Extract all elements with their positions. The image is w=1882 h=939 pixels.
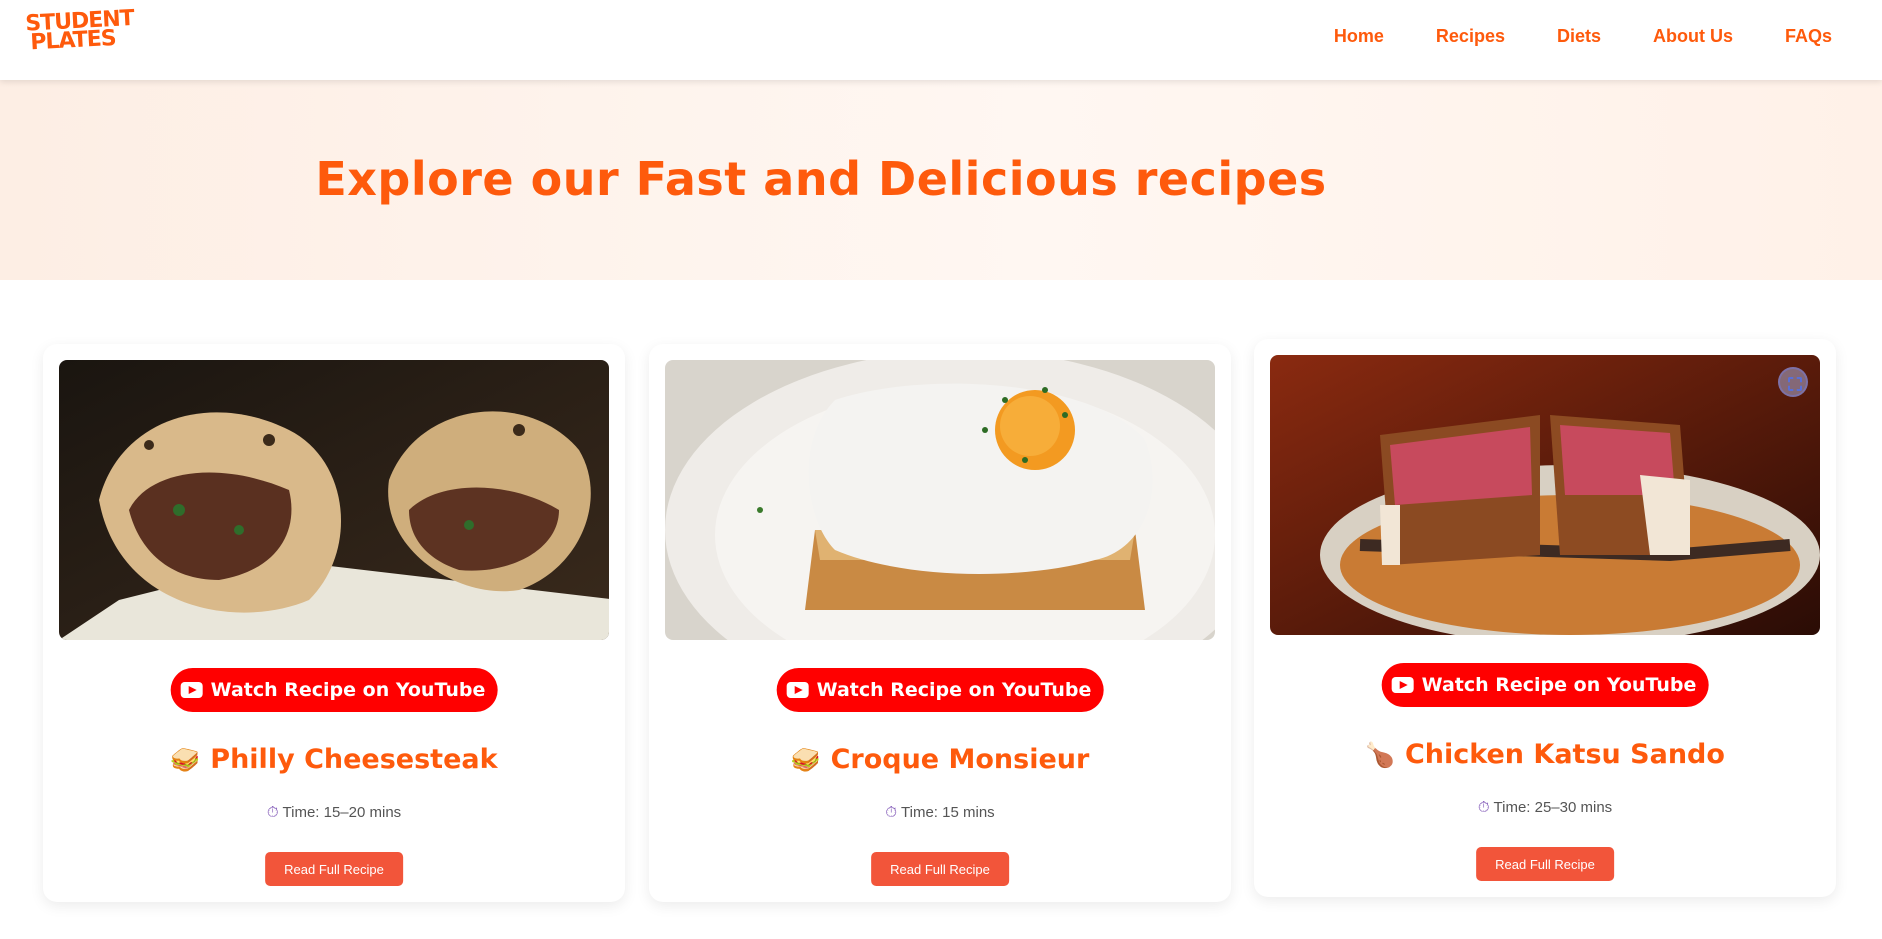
nav-about-us[interactable]: About Us (1653, 26, 1733, 47)
youtube-button-label: Watch Recipe on YouTube (1421, 674, 1697, 696)
stopwatch-icon: ⏱ (885, 804, 898, 821)
chicken-leg-icon: 🍗 (1365, 741, 1395, 769)
recipe-time: ⏱ Time: 15–20 mins (43, 804, 625, 821)
croque-monsieur-photo (665, 360, 1215, 640)
recipe-image-philly-cheesesteak (59, 360, 609, 640)
nav-recipes[interactable]: Recipes (1436, 26, 1505, 47)
read-full-recipe-button[interactable]: Read Full Recipe (871, 852, 1009, 886)
recipe-time-text: Time: 15–20 mins (282, 804, 402, 821)
recipe-card-philly-cheesesteak: Watch Recipe on YouTube 🥪 Philly Cheesest… (43, 344, 625, 902)
recipe-title: 🥪 Philly Cheesesteak (43, 744, 625, 775)
recipe-card-croque-monsieur: Watch Recipe on YouTube 🥪 Croque Monsieur… (649, 344, 1231, 902)
logo-line-2: PLATES (29, 25, 117, 56)
hero-title: Explore our Fast and Delicious recipes (315, 152, 1327, 206)
hero-banner: Explore our Fast and Delicious recipes (0, 80, 1882, 280)
sandwich-icon: 🥪 (170, 746, 201, 774)
youtube-icon (1391, 677, 1414, 693)
watch-youtube-button[interactable]: Watch Recipe on YouTube (776, 668, 1104, 712)
youtube-button-label: Watch Recipe on YouTube (816, 679, 1092, 701)
stopwatch-icon: ⏱ (1477, 799, 1490, 816)
nav-faqs[interactable]: FAQs (1785, 26, 1832, 47)
nav-home[interactable]: Home (1334, 26, 1384, 47)
main-nav: Home Recipes Diets About Us FAQs (1334, 26, 1832, 47)
recipe-name: Croque Monsieur (830, 744, 1090, 775)
recipe-card-chicken-katsu-sando: Watch Recipe on YouTube 🍗 Chicken Katsu S… (1254, 339, 1836, 897)
read-full-recipe-button[interactable]: Read Full Recipe (1476, 847, 1614, 881)
stopwatch-icon: ⏱ (266, 804, 279, 821)
youtube-icon (180, 682, 203, 698)
recipe-time: ⏱ Time: 15 mins (649, 804, 1231, 821)
chicken-katsu-sando-photo (1270, 355, 1820, 635)
recipe-title: 🍗 Chicken Katsu Sando (1254, 739, 1836, 770)
recipe-name: Philly Cheesesteak (210, 744, 498, 775)
watch-youtube-button[interactable]: Watch Recipe on YouTube (1381, 663, 1709, 707)
recipe-title: 🥪 Croque Monsieur (649, 744, 1231, 775)
watch-youtube-button[interactable]: Watch Recipe on YouTube (170, 668, 498, 712)
recipe-time-text: Time: 25–30 mins (1493, 799, 1613, 816)
recipe-image-chicken-katsu-sando (1270, 355, 1820, 635)
recipe-image-croque-monsieur (665, 360, 1215, 640)
site-header: STUDENT PLATES Home Recipes Diets About … (0, 0, 1882, 80)
recipe-name: Chicken Katsu Sando (1404, 739, 1725, 770)
sandwich-icon: 🥪 (790, 746, 821, 774)
youtube-icon (786, 682, 809, 698)
youtube-button-label: Watch Recipe on YouTube (210, 679, 486, 701)
read-full-recipe-button[interactable]: Read Full Recipe (265, 852, 403, 886)
philly-cheesesteak-photo (59, 360, 609, 640)
student-plates-logo[interactable]: STUDENT PLATES (25, 6, 135, 58)
recipe-time-text: Time: 15 mins (901, 804, 995, 821)
recipe-time: ⏱ Time: 25–30 mins (1254, 799, 1836, 816)
visual-search-icon[interactable] (1778, 367, 1808, 397)
nav-diets[interactable]: Diets (1557, 26, 1601, 47)
